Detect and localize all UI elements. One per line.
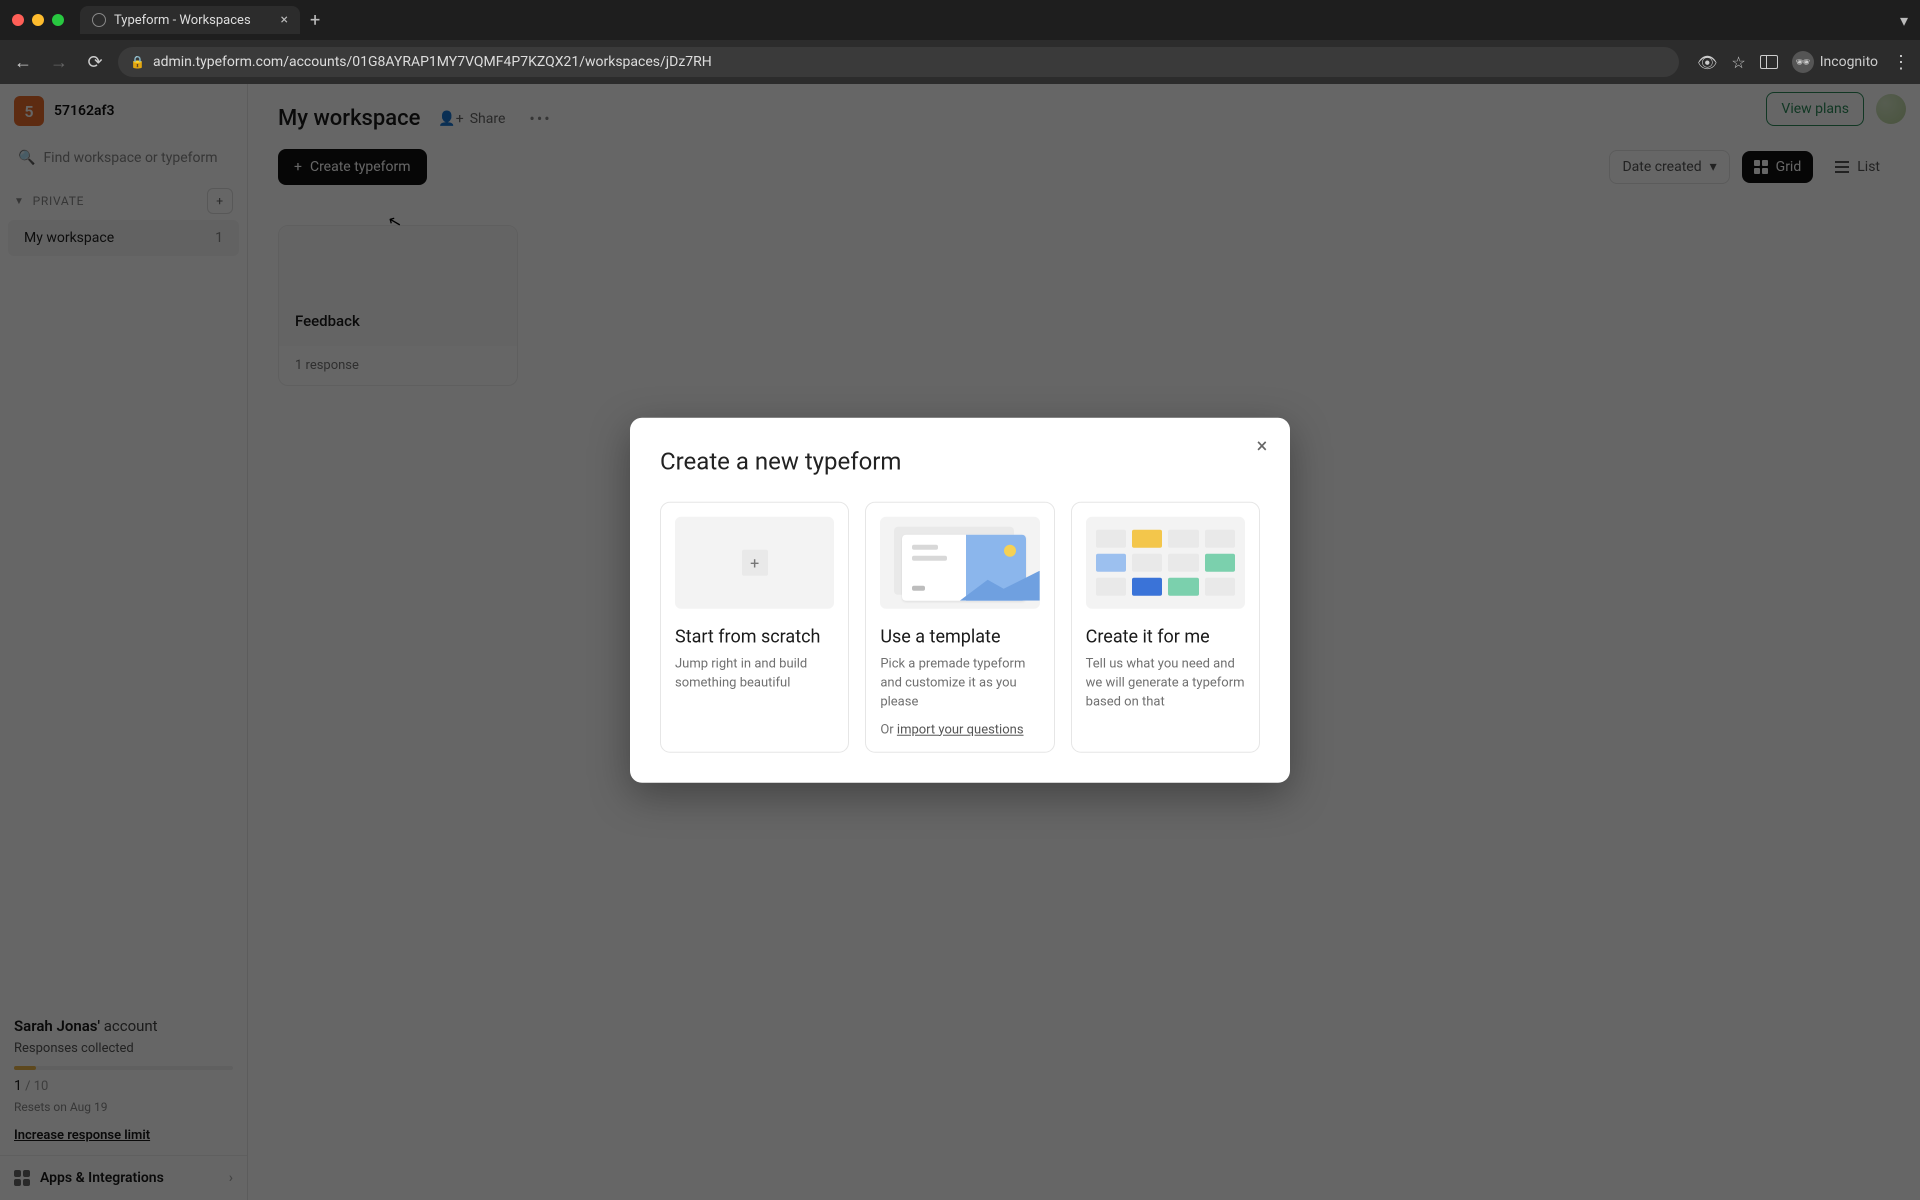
new-tab-button[interactable]: + [310, 10, 320, 31]
browser-titlebar: Typeform - Workspaces × + ▾ [0, 0, 1920, 40]
modal-title: Create a new typeform [660, 448, 1260, 476]
card-extra: Or import your questions [880, 722, 1039, 737]
browser-tab[interactable]: Typeform - Workspaces × [80, 6, 300, 34]
card-title: Start from scratch [675, 627, 834, 648]
incognito-label: Incognito [1820, 54, 1878, 70]
browser-menu-button[interactable]: ⋮ [1892, 52, 1910, 73]
tab-close-icon[interactable]: × [281, 12, 288, 28]
card-desc: Pick a premade typeform and customize it… [880, 656, 1039, 713]
generate-thumb [1086, 517, 1245, 609]
card-title: Use a template [880, 627, 1039, 648]
address-bar[interactable]: 🔒 admin.typeform.com/accounts/01G8AYRAP1… [118, 47, 1679, 77]
browser-toolbar: ← → ⟳ 🔒 admin.typeform.com/accounts/01G8… [0, 40, 1920, 84]
tab-favicon-icon [92, 13, 106, 27]
option-start-from-scratch[interactable]: + Start from scratch Jump right in and b… [660, 502, 849, 753]
minimize-window-icon[interactable] [32, 14, 44, 26]
image-placeholder-icon [966, 535, 1026, 601]
tab-strip: Typeform - Workspaces × + [80, 6, 320, 34]
incognito-indicator[interactable]: 🕶 Incognito [1792, 51, 1878, 73]
scratch-thumb: + [675, 517, 834, 609]
maximize-window-icon[interactable] [52, 14, 64, 26]
close-window-icon[interactable] [12, 14, 24, 26]
side-panel-icon[interactable] [1760, 55, 1778, 69]
reload-button[interactable]: ⟳ [82, 52, 108, 73]
tab-title: Typeform - Workspaces [114, 13, 251, 28]
import-questions-link[interactable]: import your questions [897, 722, 1024, 737]
card-desc: Jump right in and build something beauti… [675, 656, 834, 694]
eye-off-icon[interactable]: 👁 [1697, 53, 1717, 72]
tabs-overflow-icon[interactable]: ▾ [1900, 11, 1908, 30]
forward-button[interactable]: → [46, 52, 72, 73]
template-thumb [880, 517, 1039, 609]
create-typeform-modal: × Create a new typeform + Start from scr… [630, 418, 1290, 783]
back-button[interactable]: ← [10, 52, 36, 73]
window-controls[interactable] [12, 14, 64, 26]
incognito-icon: 🕶 [1792, 51, 1814, 73]
plus-tile-icon: + [742, 550, 768, 576]
option-create-for-me[interactable]: Create it for me Tell us what you need a… [1071, 502, 1260, 753]
card-title: Create it for me [1086, 627, 1245, 648]
option-use-template[interactable]: Use a template Pick a premade typeform a… [865, 502, 1054, 753]
lock-icon: 🔒 [130, 55, 145, 69]
bookmark-icon[interactable]: ☆ [1731, 53, 1745, 72]
card-desc: Tell us what you need and we will genera… [1086, 656, 1245, 713]
modal-close-button[interactable]: × [1248, 432, 1276, 460]
url-text: admin.typeform.com/accounts/01G8AYRAP1MY… [153, 54, 712, 70]
